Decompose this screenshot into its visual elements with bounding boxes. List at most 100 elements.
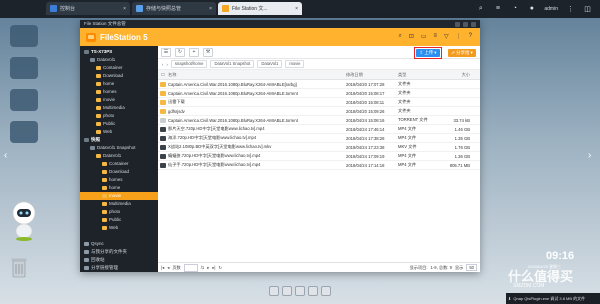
page-dot[interactable] xyxy=(286,268,289,271)
close-icon[interactable]: × xyxy=(209,6,212,12)
upload-button[interactable]: ⇪ 上传 ▾ xyxy=(416,49,440,57)
new-folder-icon[interactable]: + xyxy=(189,47,199,57)
per-page-select[interactable]: 50 xyxy=(466,264,477,271)
sidebar-folder[interactable]: Public xyxy=(80,120,158,128)
share-button[interactable]: ⇗ 分享给 ▾ xyxy=(448,49,476,57)
sidebar-folder[interactable]: homes xyxy=(80,176,158,184)
help-icon[interactable]: ? xyxy=(469,33,472,40)
minimize-icon[interactable] xyxy=(455,21,460,27)
sidebar-folder[interactable]: Container xyxy=(80,160,158,168)
table-row[interactable]: gdfsrjsdv 2018/04/20 15:09:26 文件夹 xyxy=(158,107,480,116)
table-row[interactable]: X战站2.1080p.BD中英双字[天堂电影www.lichao.tv].mkv… xyxy=(158,143,480,152)
table-row[interactable]: Captain.America.Civil.War.2016.1080p.Blu… xyxy=(158,80,480,89)
task-icon[interactable]: ≡ xyxy=(434,33,438,40)
desktop-app-icon[interactable] xyxy=(10,57,38,79)
download-bar[interactable]: ⬇ Qnap QtsPlugin.exe 调试 3.8 MB 的文件 xyxy=(506,293,600,304)
sidebar-folder[interactable]: Public xyxy=(80,216,158,224)
refresh-icon[interactable]: ↻ xyxy=(219,265,223,270)
sidebar-bottom-item[interactable]: Qsync xyxy=(80,240,158,248)
table-row[interactable]: Captain.America.Civil.War.2016.1080p.Blu… xyxy=(158,116,480,125)
sidebar-folder[interactable]: Container xyxy=(80,64,158,72)
desktop-app-icon[interactable] xyxy=(10,121,38,143)
sidebar-folder[interactable]: homes xyxy=(80,88,158,96)
next-page-icon[interactable]: ▸ xyxy=(207,265,209,270)
tab-control-panel[interactable]: 控制台 × xyxy=(46,2,130,15)
robot-mascot-icon[interactable] xyxy=(8,200,40,242)
breadcrumb-item[interactable]: DataVol1 xyxy=(257,60,283,68)
tab-file-station[interactable]: File Station 文... × xyxy=(218,2,302,15)
sidebar-section[interactable]: 快照 xyxy=(80,136,158,144)
dock-app-icon[interactable] xyxy=(321,286,331,296)
media-icon[interactable]: ▭ xyxy=(421,33,427,40)
sidebar-folder[interactable]: Download xyxy=(80,168,158,176)
sidebar-bottom-item[interactable]: 分享链接管理 xyxy=(80,264,158,272)
sidebar-bottom-item[interactable]: 与我分享的文件夹 xyxy=(80,248,158,256)
breadcrumb-item[interactable]: DataVol1 Snapshot xyxy=(210,60,255,68)
view-mode-icon[interactable]: ☰ xyxy=(161,47,171,57)
dock-app-icon[interactable] xyxy=(282,286,292,296)
first-page-icon[interactable]: |◂ xyxy=(161,265,164,270)
sidebar-folder[interactable]: home xyxy=(80,80,158,88)
dock-app-icon[interactable] xyxy=(295,286,305,296)
table-row[interactable]: Captain.America.Civil.War.2016.1080p.Blu… xyxy=(158,89,480,98)
refresh-icon[interactable]: ↻ xyxy=(175,47,185,57)
page-dot[interactable] xyxy=(298,268,301,271)
sidebar-folder[interactable]: Web xyxy=(80,128,158,136)
sidebar-folder[interactable]: Web xyxy=(80,224,158,232)
next-desktop-arrow-icon[interactable]: › xyxy=(588,150,591,161)
prev-desktop-arrow-icon[interactable]: ‹ xyxy=(4,150,7,161)
column-size[interactable]: 大小 xyxy=(440,72,470,78)
column-date[interactable]: 修改日期 xyxy=(346,72,398,78)
remote-mount-icon[interactable]: ⊡ xyxy=(409,33,414,40)
more-icon[interactable]: ⋮ xyxy=(456,33,462,40)
table-row[interactable]: 蝙蝠侠.720p.HD中字[天堂电影www.lichao.tv].mp4 2018… xyxy=(158,152,480,161)
sidebar-folder[interactable]: DataVol1 Snapshot xyxy=(80,144,158,152)
dashboard-icon[interactable]: ◫ xyxy=(583,4,592,13)
breadcrumb-item[interactable]: snapshot/home xyxy=(170,60,208,68)
last-page-icon[interactable]: ▸| xyxy=(212,265,215,270)
page-dot[interactable] xyxy=(304,268,307,271)
sidebar-folder[interactable]: Multimedia xyxy=(80,200,158,208)
breadcrumb-item[interactable]: movie xyxy=(285,60,305,68)
close-icon[interactable]: × xyxy=(295,6,298,12)
search-icon[interactable]: ⌕ xyxy=(476,4,485,13)
notification-icon[interactable]: ◔ xyxy=(510,4,519,13)
dock-app-icon[interactable] xyxy=(308,286,318,296)
sidebar-section[interactable]: TS-X73PS xyxy=(80,48,158,56)
sidebar-folder[interactable]: Download xyxy=(80,72,158,80)
sidebar-folder[interactable]: home xyxy=(80,184,158,192)
back-icon[interactable]: ‹ xyxy=(162,62,163,67)
prev-page-icon[interactable]: ◂ xyxy=(167,265,169,270)
table-row[interactable]: 仙子手.720p.HD中字[天堂电影www.lichao.tv].mp4 2018… xyxy=(158,161,480,170)
task-icon[interactable]: ≡ xyxy=(493,4,502,13)
sidebar-folder[interactable]: movie xyxy=(80,192,158,200)
select-all-checkbox[interactable]: ☐ xyxy=(158,72,168,77)
sidebar-folder[interactable]: photo xyxy=(80,208,158,216)
close-icon[interactable] xyxy=(471,21,476,27)
sidebar-folder[interactable]: DataVol1 xyxy=(80,56,158,64)
sidebar-folder[interactable]: movie xyxy=(80,96,158,104)
filter-icon[interactable]: ▽ xyxy=(444,33,449,40)
column-name[interactable]: 名称 xyxy=(168,72,346,78)
page-dot[interactable] xyxy=(310,268,313,271)
maximize-icon[interactable] xyxy=(463,21,468,27)
sidebar-bottom-item[interactable]: 回收站 xyxy=(80,256,158,264)
trash-icon[interactable] xyxy=(11,256,27,278)
user-name[interactable]: admin xyxy=(544,6,558,12)
user-icon[interactable]: ● xyxy=(527,4,536,13)
dock-app-icon[interactable] xyxy=(269,286,279,296)
tab-storage[interactable]: 存储与快照总管 × xyxy=(132,2,216,15)
more-icon[interactable]: ⋮ xyxy=(566,4,575,13)
sidebar-folder[interactable]: photo xyxy=(80,112,158,120)
page-dot[interactable] xyxy=(292,268,295,271)
tools-icon[interactable]: ⚒ xyxy=(203,47,213,57)
sidebar-folder[interactable]: Multimedia xyxy=(80,104,158,112)
desktop-app-icon[interactable] xyxy=(10,89,38,111)
search-icon[interactable]: ⌕ xyxy=(398,33,401,40)
desktop-app-icon[interactable] xyxy=(10,25,38,47)
table-row[interactable]: 海洋.720p.HD中字[天堂电影www.lichao.tv].mp4 2018/… xyxy=(158,134,480,143)
sidebar-folder[interactable]: DataVol1 xyxy=(80,152,158,160)
page-input[interactable] xyxy=(183,263,198,272)
table-row[interactable]: 那片天空.720p.HD中字[天堂电影www.lichao.tv].mp4 201… xyxy=(158,125,480,134)
close-icon[interactable]: × xyxy=(123,6,126,12)
